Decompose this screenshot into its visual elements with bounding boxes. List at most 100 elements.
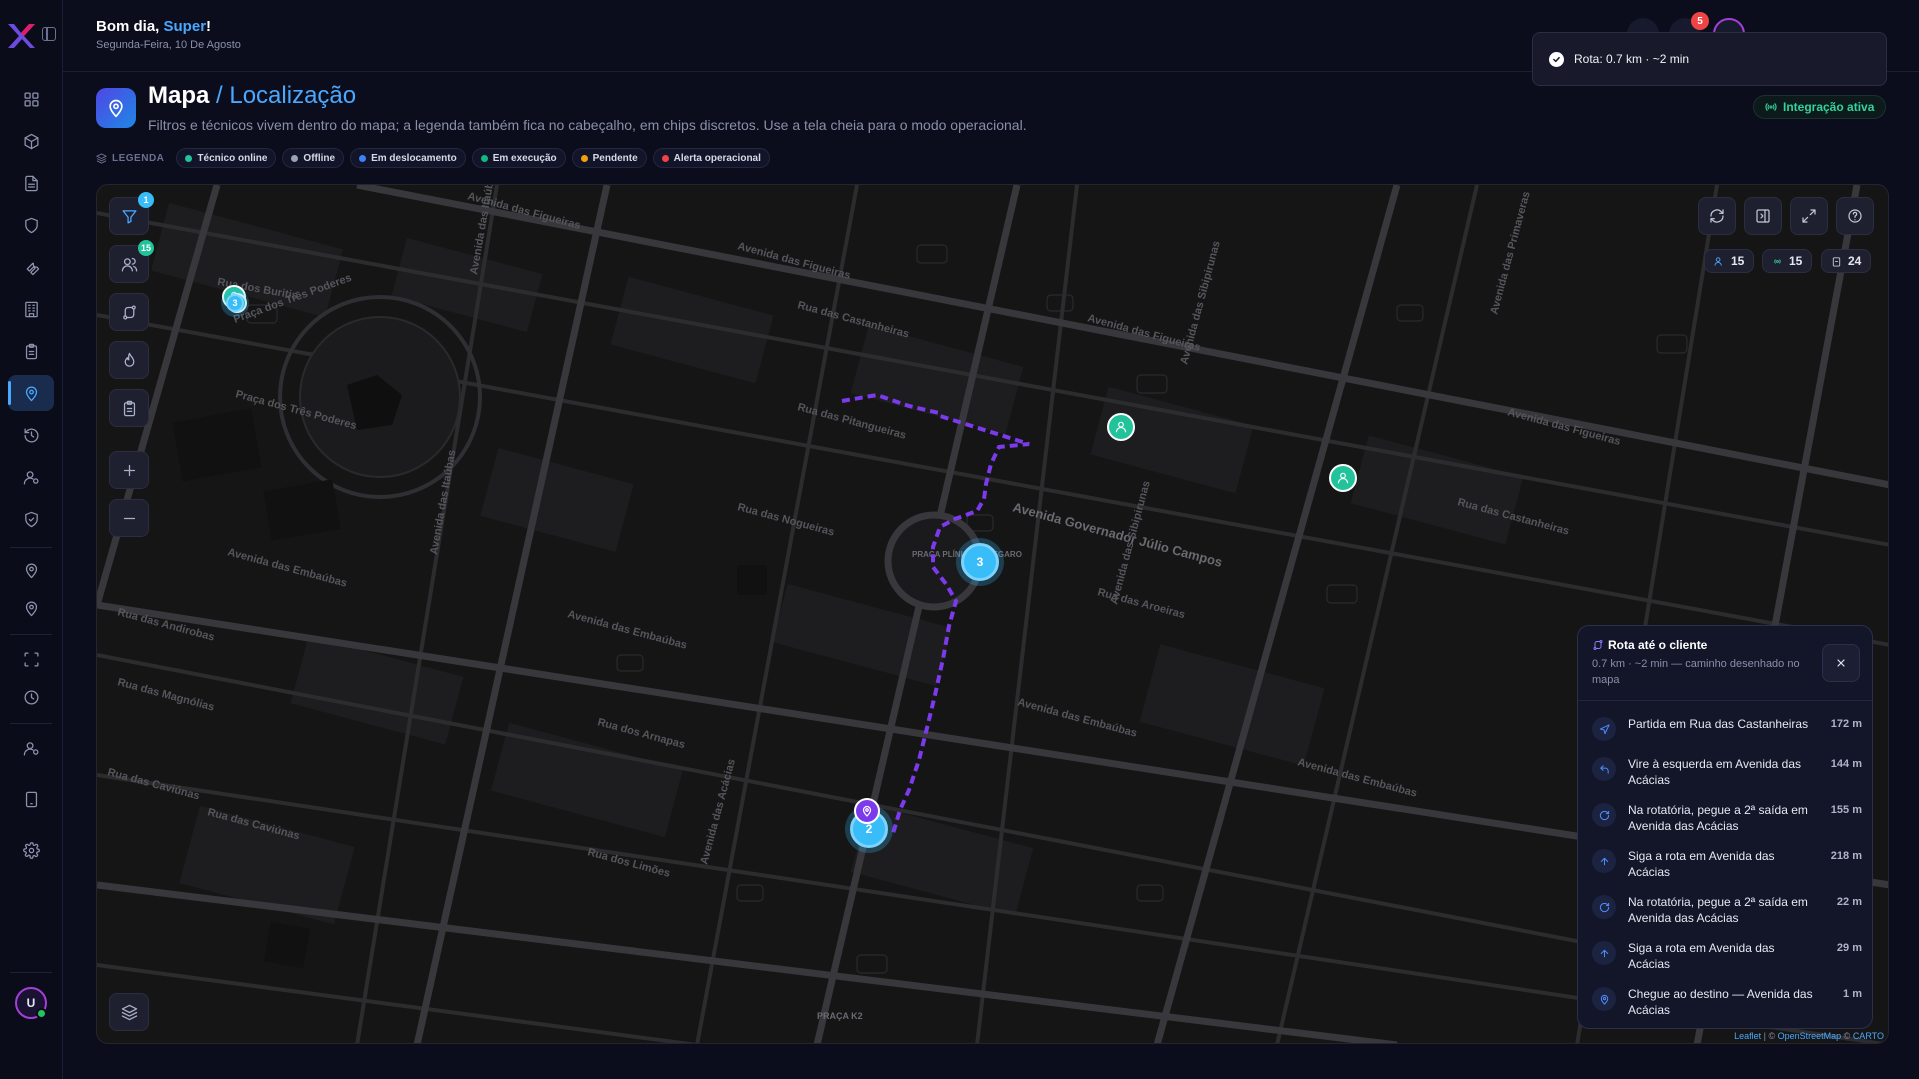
nav-products[interactable] [8, 123, 54, 159]
refresh-button[interactable] [1698, 197, 1736, 235]
route-step-distance: 172 m [1830, 718, 1862, 730]
nav-locations[interactable] [8, 552, 54, 588]
layers-icon [96, 152, 107, 164]
nav-clock[interactable] [8, 679, 54, 715]
legend-chip-executing[interactable]: Em execução [471, 148, 566, 168]
nav-orders[interactable] [8, 333, 54, 369]
status-dot [359, 154, 367, 162]
help-circle-icon [1848, 209, 1862, 223]
street-label: Rua das Caviúnas [106, 766, 201, 802]
nav-users[interactable] [8, 459, 54, 495]
destination-marker[interactable] [854, 798, 880, 824]
stat-technicians: 15 [1704, 249, 1755, 273]
layers-icon [121, 1004, 137, 1020]
route-icon [122, 304, 136, 320]
route-step-distance: 218 m [1830, 850, 1862, 862]
routes-button[interactable] [109, 293, 149, 331]
status-dot [580, 154, 588, 162]
street-label: Avenida Governador Júlio Campos [1011, 499, 1224, 569]
legend-chip-label: Offline [303, 152, 336, 164]
users-icon [121, 257, 137, 272]
clipboard-icon [1832, 256, 1841, 267]
orders-button[interactable] [109, 389, 149, 427]
user-avatar[interactable]: U [15, 987, 47, 1019]
route-step[interactable]: Vire à esquerda em Avenida das Acácias 14… [1592, 756, 1862, 788]
route-step-text: Siga a rota em Avenida das Acácias [1628, 941, 1775, 971]
route-step[interactable]: Chegue ao destino — Avenida das Acácias 1… [1592, 986, 1862, 1018]
nav-verified[interactable] [8, 501, 54, 537]
legend-chip-offline[interactable]: Offline [282, 148, 345, 168]
route-step[interactable]: Siga a rota em Avenida das Acácias 218 m [1592, 848, 1862, 880]
nav-dashboard[interactable] [8, 81, 54, 117]
cluster-count: 3 [232, 298, 238, 308]
nav-tools[interactable] [8, 249, 54, 285]
close-icon [1837, 659, 1845, 667]
legend-chip-label: Técnico online [197, 152, 268, 164]
nav-device[interactable] [8, 781, 54, 817]
zoom-out-button[interactable] [109, 499, 149, 537]
refresh-icon [1710, 209, 1724, 223]
layers-button[interactable] [109, 993, 149, 1031]
clipboard-icon [25, 343, 37, 359]
legend-chip-online[interactable]: Técnico online [176, 148, 277, 168]
close-route-panel-button[interactable] [1822, 644, 1860, 682]
route-toast: Rota: 0.7 km · ~2 min [1532, 32, 1887, 86]
nav-buildings[interactable] [8, 291, 54, 327]
street-label: Avenida das Embaúbas [226, 546, 348, 589]
osm-link[interactable]: OpenStreetMap [1778, 1031, 1842, 1041]
nav-documents[interactable] [8, 165, 54, 201]
heatmap-button[interactable] [109, 341, 149, 379]
street-label: Avenida das Embaúbas [566, 608, 688, 651]
carto-link[interactable]: CARTO [1853, 1031, 1884, 1041]
scan-icon [23, 651, 39, 667]
breadcrumb: / Localização [209, 82, 357, 109]
filter-button[interactable]: 1 [109, 192, 154, 235]
street-label: PRAÇA K2 [817, 1011, 863, 1021]
page-title-main: Mapa [148, 82, 210, 109]
route-step-text: Na rotatória, pegue a 2ª saída em Avenid… [1628, 803, 1808, 833]
route-step[interactable]: Siga a rota em Avenida das Acácias 29 m [1592, 940, 1862, 972]
legend-chip-label: Alerta operacional [673, 152, 761, 164]
nav-history[interactable] [8, 417, 54, 453]
toggle-panel-button[interactable] [1744, 197, 1782, 235]
technician-marker[interactable] [1329, 464, 1357, 492]
user-gear-icon [23, 741, 39, 756]
street-label: Rua dos Limões [586, 846, 671, 880]
destination-icon [862, 805, 872, 817]
greeting: Bom dia, Super! [96, 18, 211, 35]
filter-count-badge: 1 [138, 192, 154, 208]
route-step[interactable]: Partida em Rua das Castanheiras 172 m [1592, 716, 1862, 741]
nav-scan[interactable] [8, 641, 54, 677]
notifications-badge: 5 [1691, 12, 1709, 30]
legend: LEGENDA Técnico online Offline Em desloc… [96, 148, 770, 168]
legend-chip-alert[interactable]: Alerta operacional [652, 148, 770, 168]
grid-icon [23, 91, 39, 107]
nav-map[interactable] [8, 375, 54, 411]
street-label: Avenida das Itaúbas [428, 449, 458, 555]
marker-cluster[interactable]: 3 [226, 294, 244, 312]
fullscreen-button[interactable] [1790, 197, 1828, 235]
leaflet-link[interactable]: Leaflet [1734, 1031, 1761, 1041]
navigation-icon [1592, 717, 1616, 741]
zoom-in-button[interactable] [109, 451, 149, 489]
cluster-count: 3 [976, 555, 984, 569]
stat-online-value: 15 [1789, 254, 1803, 268]
legend-chip-moving[interactable]: Em deslocamento [350, 148, 466, 168]
nav-settings[interactable] [8, 832, 54, 868]
street-label: Rua das Andirobas [116, 606, 216, 643]
map-container[interactable]: Avenida das Figueiras Avenida das Figuei… [96, 184, 1889, 1044]
sidebar-collapse-button[interactable] [42, 27, 56, 41]
nav-places[interactable] [8, 590, 54, 626]
nav-team[interactable] [8, 730, 54, 766]
route-step[interactable]: Na rotatória, pegue a 2ª saída em Avenid… [1592, 894, 1862, 926]
stat-orders-value: 24 [1848, 254, 1862, 268]
file-icon [24, 175, 38, 191]
help-button[interactable] [1836, 197, 1874, 235]
nav-security[interactable] [8, 207, 54, 243]
technician-marker[interactable] [1107, 413, 1135, 441]
marker-cluster[interactable]: 3 [961, 543, 999, 581]
integration-status-badge[interactable]: Integração ativa [1753, 95, 1887, 119]
technicians-button[interactable]: 15 [109, 240, 154, 283]
route-step[interactable]: Na rotatória, pegue a 2ª saída em Avenid… [1592, 802, 1862, 834]
legend-chip-pending[interactable]: Pendente [571, 148, 647, 168]
